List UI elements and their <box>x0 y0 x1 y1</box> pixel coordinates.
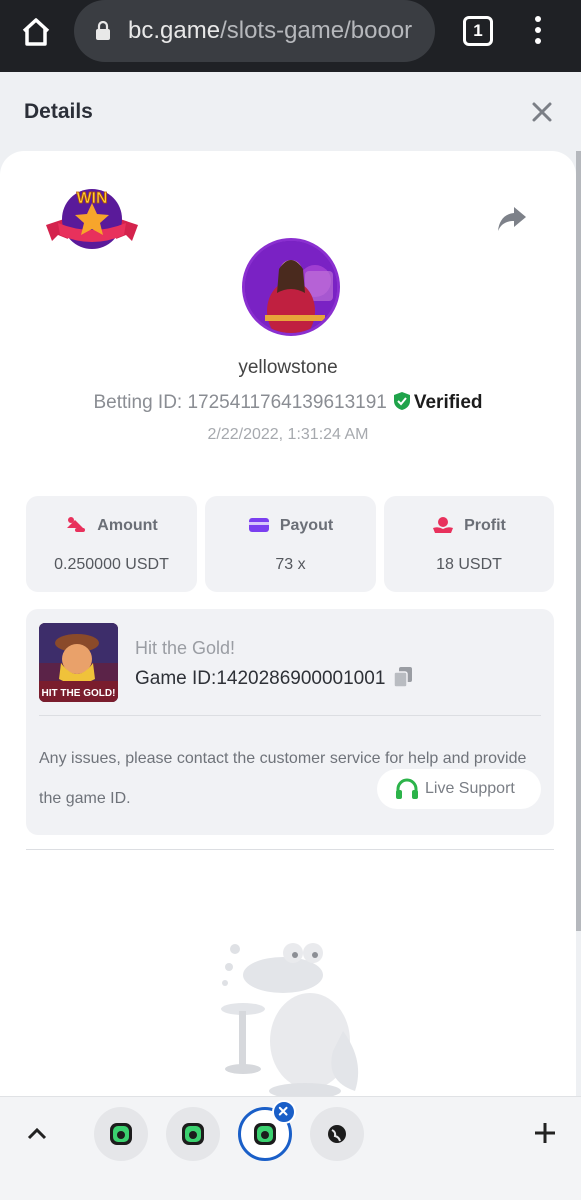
payout-stat: Payout 73 x <box>205 496 376 592</box>
betting-id-row: Betting ID: 1725411764139613191 Verified <box>0 391 576 414</box>
win-badge-icon: WIN <box>46 189 138 249</box>
url-path: /slots-game/booor <box>220 17 413 44</box>
game-id-row: Game ID:1420286900001001 <box>135 666 413 690</box>
payout-value: 73 x <box>275 556 306 573</box>
bcgame-logo-icon <box>110 1123 132 1145</box>
divider <box>39 715 541 716</box>
tab-close-icon[interactable] <box>272 1100 296 1124</box>
bcgame-logo-icon <box>254 1123 276 1145</box>
amount-icon <box>67 517 86 532</box>
live-support-label: Live Support <box>425 780 515 797</box>
profit-label: Profit <box>464 517 506 534</box>
payout-label: Payout <box>279 517 334 534</box>
betting-id-label: Betting ID: <box>93 392 188 413</box>
headset-icon <box>396 778 418 799</box>
lock-icon <box>96 21 110 40</box>
globe-icon <box>328 1125 346 1143</box>
profit-stat: Profit 18 USDT <box>384 496 554 592</box>
crocodile-mascot-illustration <box>221 943 359 1096</box>
profit-value: 18 USDT <box>436 556 502 573</box>
system-nav-bar <box>0 1168 581 1200</box>
amount-header: Amount <box>26 516 197 535</box>
tab-switcher-button[interactable]: 1 <box>463 16 493 46</box>
profit-icon <box>433 517 454 533</box>
scrollbar[interactable] <box>576 151 581 931</box>
verified-shield-icon <box>393 392 410 410</box>
live-support-button[interactable]: Live Support <box>377 769 541 809</box>
amount-label: Amount <box>97 517 158 534</box>
chevron-up-icon[interactable] <box>26 1124 48 1142</box>
address-bar[interactable]: bc.game/slots-game/booor <box>74 0 435 62</box>
url-text: bc.game/slots-game/booor <box>128 17 428 45</box>
bcgame-logo-icon <box>182 1123 204 1145</box>
betting-id-value[interactable]: 1725411764139613191 <box>187 392 386 413</box>
more-options-icon[interactable] <box>528 14 548 48</box>
tab-bcgame-1[interactable] <box>94 1107 148 1161</box>
win-badge-text: WIN <box>76 190 107 207</box>
close-icon[interactable] <box>528 98 556 126</box>
tab-web[interactable] <box>310 1107 364 1161</box>
avatar <box>242 238 340 336</box>
bet-timestamp: 2/22/2022, 1:31:24 AM <box>207 426 369 443</box>
verified-label: Verified <box>413 392 483 413</box>
copy-icon[interactable] <box>393 666 413 688</box>
payout-header: Payout <box>205 516 376 535</box>
game-info-box: HIT THE GOLD! Hit the Gold! Game ID:1420… <box>26 609 554 835</box>
game-name: Hit the Gold! <box>135 638 236 658</box>
home-icon[interactable] <box>18 14 54 50</box>
divider <box>26 849 554 850</box>
share-icon[interactable] <box>496 205 528 233</box>
game-thumbnail[interactable]: HIT THE GOLD! <box>39 623 118 702</box>
details-header: Details <box>0 72 581 152</box>
url-domain: bc.game <box>128 17 221 44</box>
amount-value: 0.250000 USDT <box>54 556 169 573</box>
username: yellowstone <box>238 357 338 378</box>
new-tab-plus-icon[interactable] <box>532 1120 558 1146</box>
profit-header: Profit <box>384 516 554 535</box>
page-title: Details <box>24 100 93 123</box>
game-id-label: Game ID: <box>135 668 217 689</box>
game-id-value: 1420286900001001 <box>216 668 386 689</box>
amount-stat: Amount 0.250000 USDT <box>26 496 197 592</box>
tab-bcgame-2[interactable] <box>166 1107 220 1161</box>
bet-details-card: WIN yellowstone Betting ID: 172541176413… <box>0 151 576 1096</box>
game-thumb-caption: HIT THE GOLD! <box>42 688 116 699</box>
browser-toolbar: bc.game/slots-game/booor 1 <box>0 0 581 72</box>
payout-icon <box>248 518 269 532</box>
